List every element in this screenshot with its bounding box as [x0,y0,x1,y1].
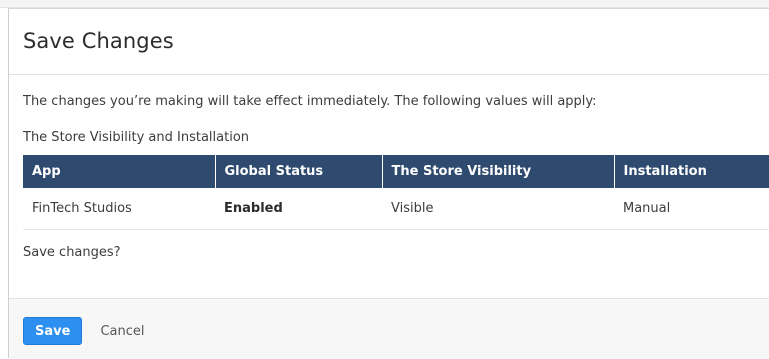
table-header-row: App Global Status The Store Visibility I… [23,155,769,188]
cell-global-status: Enabled [215,188,382,230]
column-header-app: App [23,155,216,188]
values-table: App Global Status The Store Visibility I… [23,155,769,230]
dialog-body: The changes you’re making will take effe… [9,75,769,262]
cell-app: FinTech Studios [23,188,215,230]
cancel-button[interactable]: Cancel [92,317,152,345]
section-label: The Store Visibility and Installation [23,130,250,145]
confirm-text: Save changes? [23,244,121,260]
cell-installation: Manual [614,188,769,230]
dialog-footer: Save Cancel [9,298,769,359]
table-row: FinTech Studios Enabled Visible Manual [23,188,769,230]
dialog-header: Save Changes [9,9,769,75]
column-header-store-visibility: The Store Visibility [382,155,615,188]
save-changes-dialog: Save Changes The changes you’re making w… [8,8,769,359]
column-header-installation: Installation [614,155,769,188]
intro-text: The changes you’re making will take effe… [23,94,597,109]
column-header-global-status: Global Status [215,155,383,188]
dialog-title: Save Changes [23,29,174,53]
cell-store-visibility: Visible [382,188,614,230]
save-button[interactable]: Save [23,317,83,345]
backdrop [0,0,769,8]
